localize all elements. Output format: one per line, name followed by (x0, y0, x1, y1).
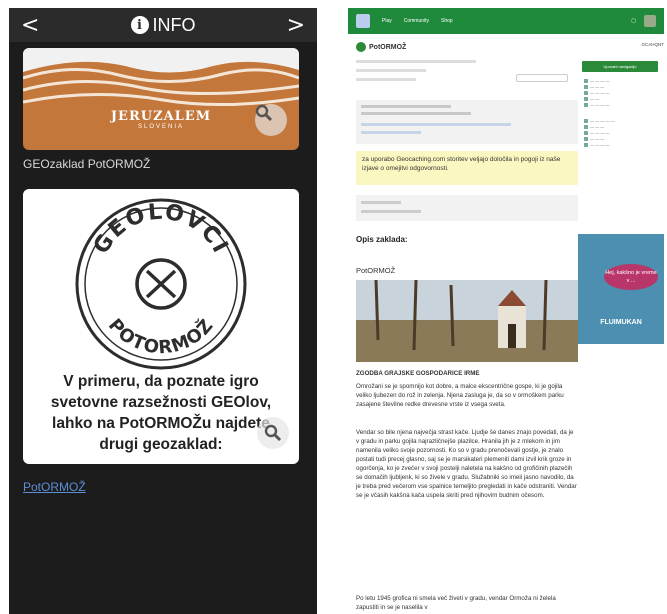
card-description: V primeru, da poznate igro svetovne razs… (50, 373, 272, 453)
watch-button[interactable] (516, 74, 568, 82)
top-bar: < i INFO > (9, 8, 317, 42)
disclaimer-notice: za uporabo Geocaching.com storitev velja… (356, 151, 578, 185)
messages-icon[interactable]: ▢ (631, 18, 636, 24)
header-user-area: ▢ (631, 15, 656, 27)
nav-community[interactable]: Community (404, 18, 429, 24)
sidebar-logs: — — — — — — — — — — — — — — — — — — — (580, 118, 664, 148)
navigate-button[interactable]: Uporabi navigacijo (582, 61, 658, 72)
sidebar-actions: — — — — — — — — — — — — — — — — — (580, 78, 664, 108)
card-zoom-button[interactable] (257, 417, 289, 449)
related-list-box (356, 195, 578, 221)
geocaching-logo[interactable] (356, 14, 370, 28)
description-heading: Opis zaklada: (356, 235, 408, 244)
info-icon: i (130, 16, 149, 34)
chapel-photo[interactable] (356, 280, 578, 362)
screen-title: i INFO (130, 14, 196, 36)
forward-button[interactable]: > (287, 13, 305, 38)
cache-name: PotORMOŽ (369, 43, 407, 51)
section-subtitle: GEOzaklad PotORMOŽ (23, 157, 151, 171)
geolovci-stamp-logo: GEOLOVCI POTORMOŽ (75, 198, 247, 370)
story-paragraph-1: Omrožani se je spomnijo kot dobre, a mal… (356, 383, 564, 408)
ad-speech-bubble: Hej, kakšno je vreme v ... (604, 264, 658, 290)
geocaching-web-page: Play Community Shop ▢ PotORMOŽ za uporab… (348, 8, 664, 614)
story-paragraph-3: Po letu 1945 grofica ni smela več živeti… (356, 595, 556, 611)
traditional-cache-icon (356, 42, 366, 52)
zoom-button[interactable] (255, 104, 287, 136)
screen-title-text: INFO (152, 14, 196, 35)
ad-brand: FLUIMUKAN (600, 319, 642, 326)
avatar[interactable] (644, 15, 656, 27)
right-sidebar: GCAHQNT Uporabi navigacijo — — — — — — —… (580, 42, 664, 148)
cache-name-heading: PotORMOŽ (356, 266, 396, 275)
magnifier-icon (255, 104, 273, 122)
back-button[interactable]: < (21, 13, 39, 38)
mobile-app-screen: < i INFO > JERUZALEM SLOVENIA GEOzaklad … (9, 8, 317, 614)
coordinates-box (356, 100, 578, 144)
geolovci-card[interactable]: GEOLOVCI POTORMOŽ V primeru, da poznate … (23, 189, 299, 464)
disclaimer-text: za uporabo Geocaching.com storitev velja… (362, 156, 561, 172)
svg-text:GEOLOVCI: GEOLOVCI (89, 200, 233, 259)
user-label: GCAHQNT (641, 42, 665, 47)
jeruzalem-banner-image[interactable]: JERUZALEM SLOVENIA (23, 48, 299, 150)
park-chapel-image (356, 280, 578, 362)
cache-meta (356, 58, 578, 98)
nav-shop[interactable]: Shop (441, 18, 453, 24)
hills-graphic (23, 48, 299, 107)
potormoz-link[interactable]: PotORMOŽ (23, 480, 86, 494)
story-title: ZGODBA GRAJSKE GOSPODARICE IRME (356, 370, 480, 377)
site-header: Play Community Shop ▢ (348, 8, 664, 34)
story-paragraph-2: Vendar so bile njena največja strast kač… (356, 429, 577, 499)
cache-title: PotORMOŽ (356, 42, 406, 52)
advertisement[interactable]: Hej, kakšno je vreme v ... FLUIMUKAN (578, 234, 664, 344)
svg-text:POTORMOŽ: POTORMOŽ (104, 314, 218, 358)
magnifier-icon (264, 424, 282, 442)
nav-play[interactable]: Play (382, 18, 392, 24)
